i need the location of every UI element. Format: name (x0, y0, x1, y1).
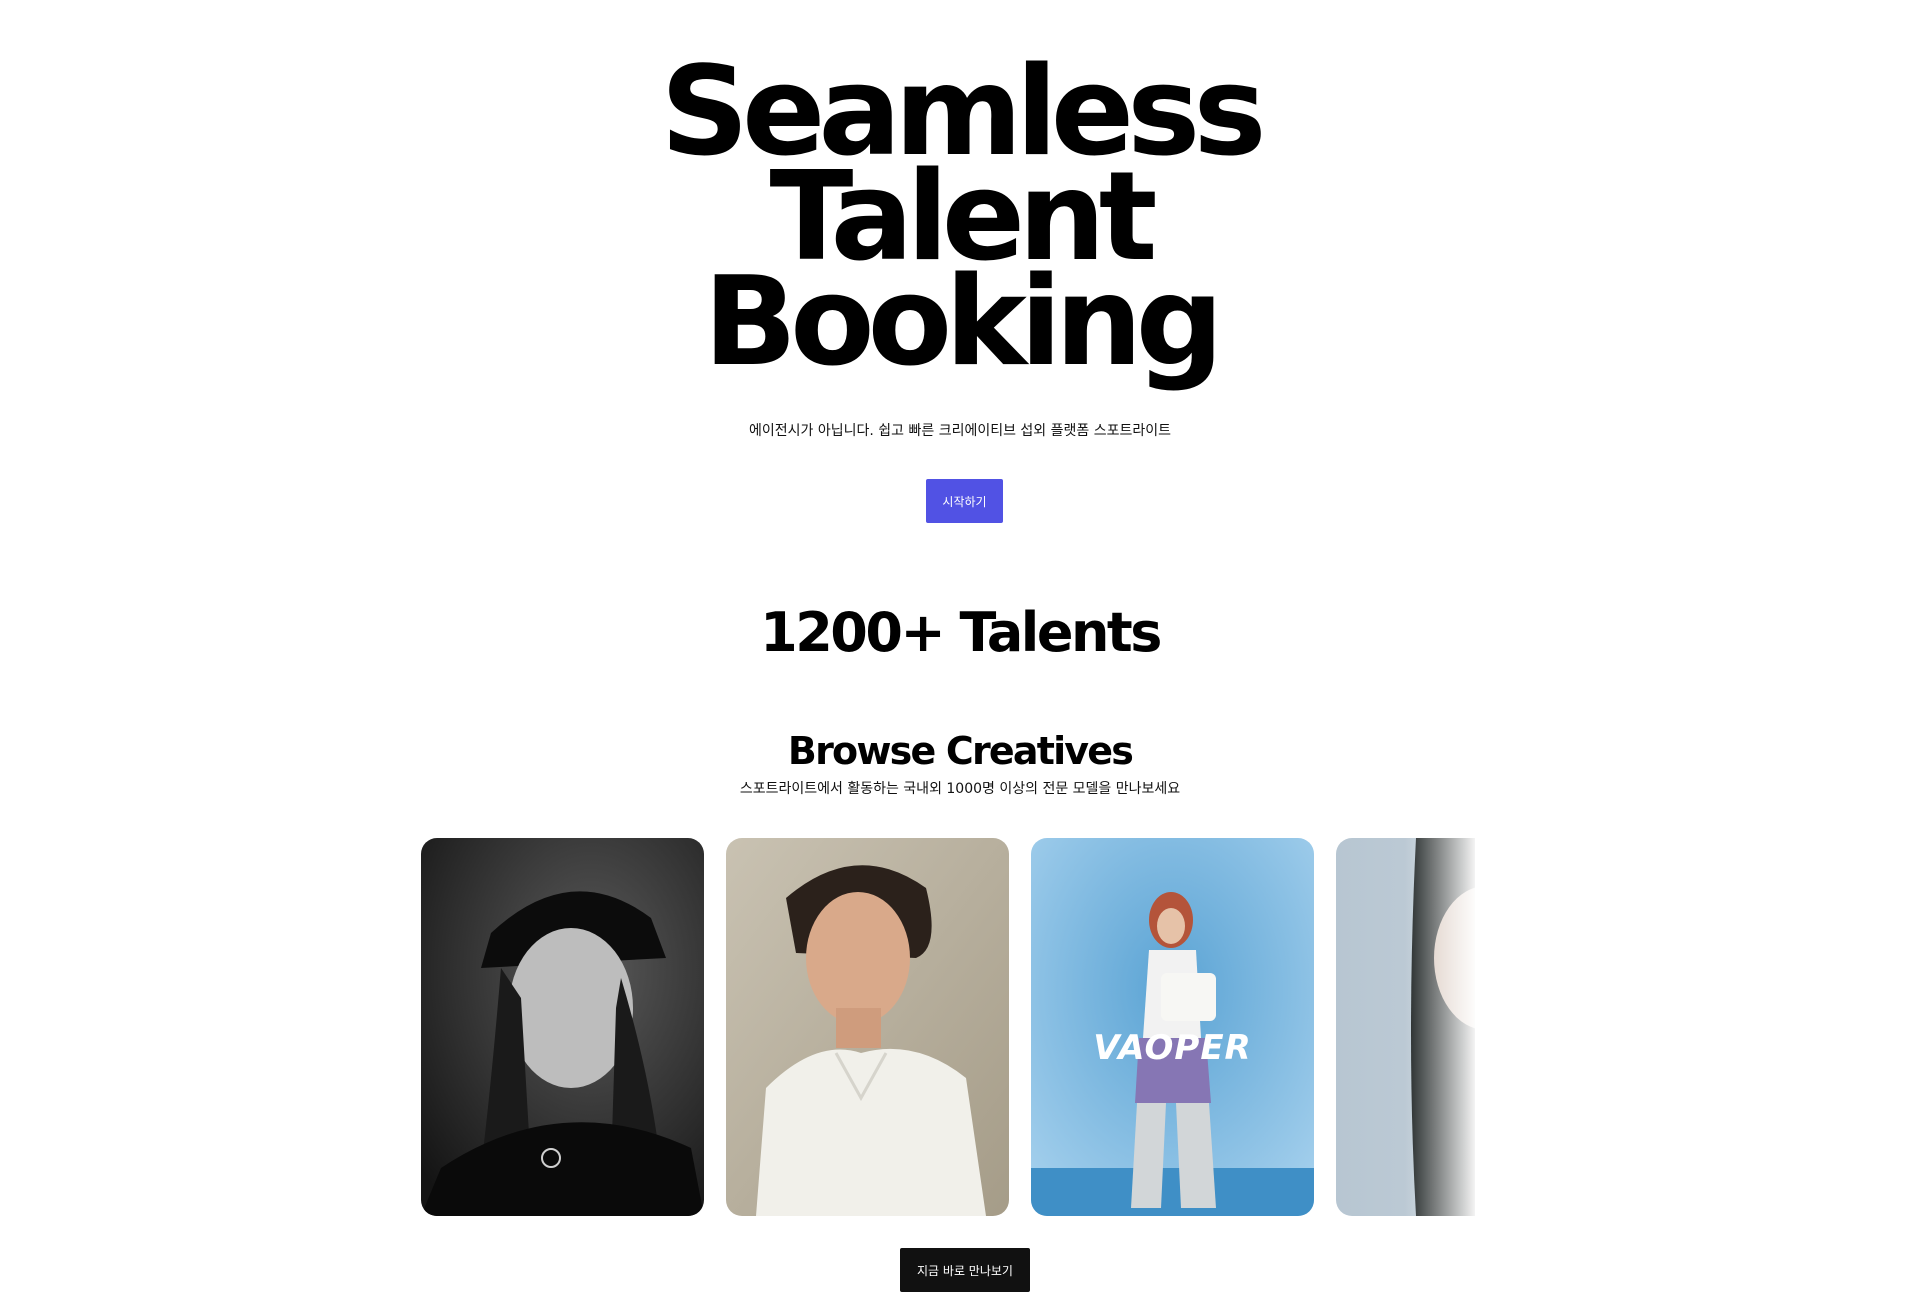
meet-now-button[interactable]: 지금 바로 만나보기 (900, 1248, 1030, 1292)
hero-title-line-3: Booking (703, 251, 1223, 394)
landing-page: Seamless Talent Booking 에이전시가 아닙니다. 쉽고 빠… (0, 0, 1920, 1314)
creative-photo-3 (1031, 838, 1314, 1216)
browse-creatives-subtitle: 스포트라이트에서 활동하는 국내외 1000명 이상의 전문 모델을 만나보세요 (739, 781, 1181, 797)
creative-card-1[interactable] (421, 838, 704, 1216)
hero-subtitle: 에이전시가 아닙니다. 쉽고 빠른 크리에이티브 섭외 플랫폼 스포트라이트 (749, 423, 1171, 439)
creative-photo-2 (726, 838, 1009, 1216)
creative-photo-4 (1336, 838, 1475, 1216)
creative-card-4[interactable] (1336, 838, 1475, 1216)
creative-card-caption: VAOPER (1093, 1028, 1252, 1068)
browse-creatives-title: Browse Creatives (787, 729, 1134, 773)
creative-card-3[interactable]: VAOPER (1031, 838, 1314, 1216)
start-button[interactable]: 시작하기 (926, 479, 1003, 523)
creative-card-2[interactable] (726, 838, 1009, 1216)
hero-title: Seamless Talent Booking (0, 51, 1920, 394)
creative-photo-1 (421, 838, 704, 1216)
talents-count-heading: 1200+ Talents (760, 601, 1162, 664)
creatives-carousel[interactable]: VAOPER (421, 838, 1475, 1216)
